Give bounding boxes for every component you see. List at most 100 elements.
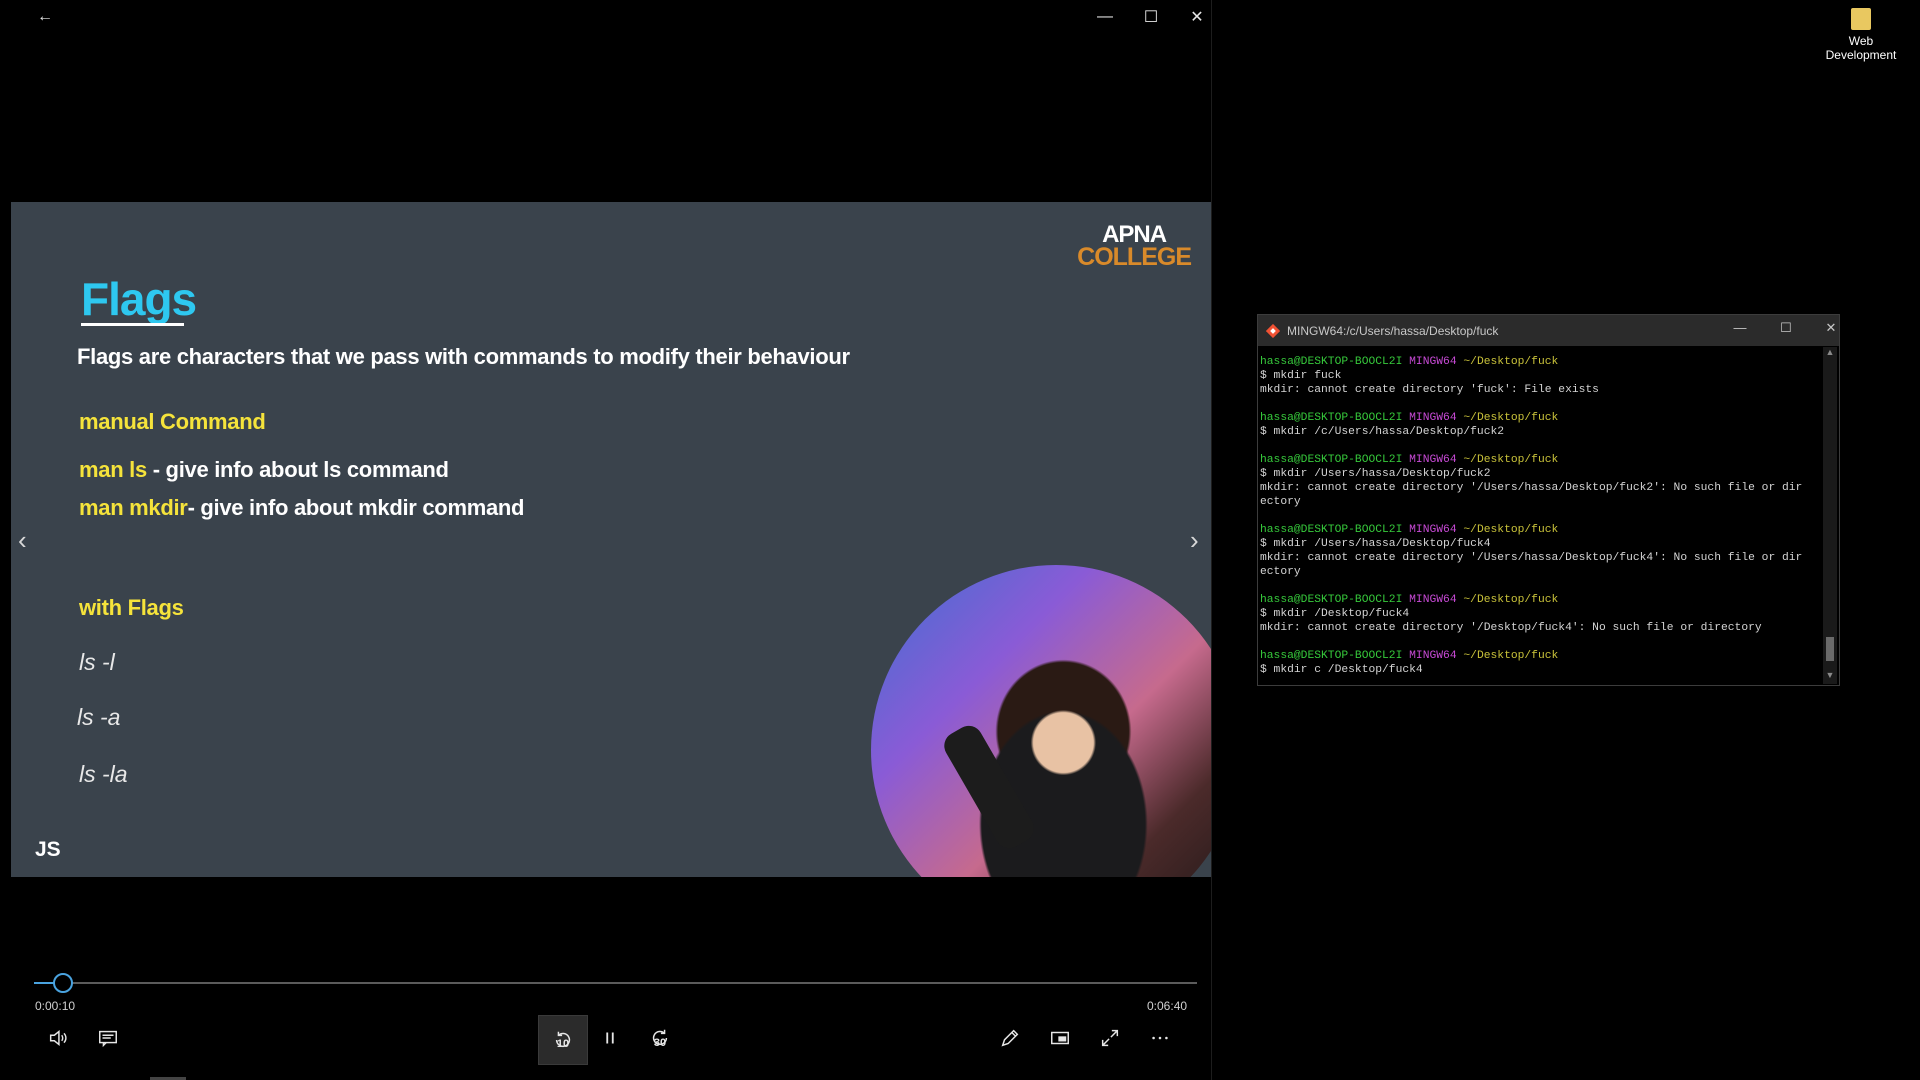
flags-heading: with Flags	[79, 595, 184, 620]
video-frame[interactable]: APNA COLLEGE Flags Flags are characters …	[11, 202, 1211, 877]
prompt-env: MINGW64	[1402, 524, 1457, 536]
ellipsis-icon	[1152, 1036, 1168, 1040]
slide-title: Flags	[81, 273, 197, 325]
expand-icon	[1101, 1029, 1119, 1047]
terminal-minimize-button[interactable]: —	[1720, 320, 1760, 342]
man-mkdir-description: - give info about mkdir command	[187, 495, 525, 520]
man-mkdir-command: man mkdir	[79, 495, 188, 520]
prompt-env: MINGW64	[1402, 650, 1457, 662]
terminal-output-line: ectory	[1260, 496, 1301, 508]
terminal-command: $ mkdir /Users/hassa/Desktop/fuck2	[1260, 468, 1491, 480]
prompt-path: ~/Desktop/fuck	[1456, 412, 1559, 424]
apna-college-logo: APNA COLLEGE	[1077, 223, 1192, 270]
prompt-path: ~/Desktop/fuck	[1456, 454, 1559, 466]
folder-label-line2: Development	[1825, 48, 1897, 62]
terminal-output-line: mkdir: cannot create directory 'fuck': F…	[1260, 384, 1599, 396]
captions-button[interactable]	[85, 1015, 131, 1061]
terminal-command: $ mkdir /c/Users/hassa/Desktop/fuck2	[1260, 426, 1505, 438]
pause-icon	[606, 1032, 614, 1044]
terminal-command: $ mkdir fuck	[1260, 370, 1342, 382]
folder-label: Web Development	[1818, 34, 1904, 62]
skip-back-seconds: 10	[556, 1038, 570, 1050]
js-label: JS	[35, 838, 61, 861]
video-player-window: ← — ☐ ✕ APNA COLLEGE Flags Flags are cha…	[10, 0, 1212, 1080]
terminal-window[interactable]: MINGW64:/c/Users/hassa/Desktop/fuck — ☐ …	[1257, 314, 1840, 686]
manual-heading: manual Command	[79, 409, 266, 434]
terminal-maximize-button[interactable]: ☐	[1766, 320, 1806, 342]
terminal-output[interactable]: hassa@DESKTOP-BOOCL2I MINGW64 ~/Desktop/…	[1260, 355, 1822, 683]
prompt-path: ~/Desktop/fuck	[1456, 356, 1559, 368]
prompt-env: MINGW64	[1402, 594, 1457, 606]
prompt-user: hassa@DESKTOP-BOOCL2I	[1260, 356, 1403, 368]
scrollbar-thumb[interactable]	[1826, 637, 1834, 661]
draw-button[interactable]	[987, 1015, 1033, 1061]
terminal-command: $ mkdir c /Desktop/fuck4	[1260, 664, 1423, 676]
skip-forward-seconds: 30	[653, 1037, 667, 1049]
terminal-prompt: hassa@DESKTOP-BOOCL2I MINGW64 ~/Desktop/…	[1260, 593, 1822, 607]
terminal-output-line: mkdir: cannot create directory '/Users/h…	[1260, 552, 1803, 564]
folder-icon	[1851, 8, 1871, 30]
seek-thumb[interactable]	[53, 973, 74, 993]
prompt-path: ~/Desktop/fuck	[1456, 594, 1559, 606]
total-time: 0:06:40	[1147, 999, 1188, 1013]
seek-bar[interactable]	[34, 973, 1197, 993]
terminal-prompt: hassa@DESKTOP-BOOCL2I MINGW64 ~/Desktop/…	[1260, 411, 1822, 425]
fullscreen-button[interactable]	[1087, 1015, 1133, 1061]
folder-label-line1: Web	[1848, 34, 1874, 48]
git-bash-icon	[1266, 324, 1280, 338]
minimize-button[interactable]: —	[1082, 0, 1128, 34]
title-underline	[81, 323, 184, 326]
presenter-webcam	[871, 565, 1211, 877]
close-button[interactable]: ✕	[1174, 0, 1220, 34]
flag-example: ls -a	[77, 704, 121, 730]
prompt-user: hassa@DESKTOP-BOOCL2I	[1260, 412, 1403, 424]
mini-view-icon	[1051, 1031, 1069, 1045]
terminal-scrollbar[interactable]: ▲ ▼	[1823, 347, 1837, 684]
prompt-user: hassa@DESKTOP-BOOCL2I	[1260, 454, 1403, 466]
terminal-title-bar[interactable]: MINGW64:/c/Users/hassa/Desktop/fuck — ☐ …	[1258, 315, 1839, 346]
maximize-button[interactable]: ☐	[1128, 0, 1174, 34]
man-ls-description: - give info about ls command	[146, 457, 449, 482]
slide-subtitle: Flags are characters that we pass with c…	[77, 344, 850, 369]
prompt-path: ~/Desktop/fuck	[1456, 650, 1559, 662]
terminal-output-line: ectory	[1260, 566, 1301, 578]
flag-example: ls -la	[79, 761, 128, 787]
mini-view-button[interactable]	[1037, 1015, 1083, 1061]
skip-back-button[interactable]: 10	[538, 1015, 588, 1065]
man-ls-command: man ls	[79, 457, 147, 482]
man-mkdir-line: man mkdir- give info about mkdir command	[79, 495, 524, 521]
prompt-env: MINGW64	[1402, 356, 1457, 368]
prompt-env: MINGW64	[1402, 412, 1457, 424]
terminal-prompt: hassa@DESKTOP-BOOCL2I MINGW64 ~/Desktop/…	[1260, 523, 1822, 537]
skip-forward-button[interactable]: 30	[637, 1015, 683, 1061]
prompt-user: hassa@DESKTOP-BOOCL2I	[1260, 524, 1403, 536]
volume-button[interactable]	[35, 1015, 81, 1061]
title-bar: ← — ☐ ✕	[10, 0, 1211, 34]
prompt-path: ~/Desktop/fuck	[1456, 524, 1559, 536]
terminal-prompt: hassa@DESKTOP-BOOCL2I MINGW64 ~/Desktop/…	[1260, 649, 1822, 663]
scroll-down-icon[interactable]: ▼	[1823, 670, 1837, 684]
terminal-prompt: hassa@DESKTOP-BOOCL2I MINGW64 ~/Desktop/…	[1260, 355, 1822, 369]
scroll-up-icon[interactable]: ▲	[1823, 347, 1837, 361]
man-ls-line: man ls - give info about ls command	[79, 457, 449, 483]
back-arrow-icon[interactable]: ←	[22, 0, 68, 34]
terminal-command: $ mkdir /Users/hassa/Desktop/fuck4	[1260, 538, 1491, 550]
desktop-folder-web-development[interactable]: Web Development	[1818, 8, 1904, 62]
next-arrow-icon[interactable]: ›	[1190, 525, 1199, 556]
pencil-icon	[1001, 1029, 1019, 1047]
terminal-prompt: hassa@DESKTOP-BOOCL2I MINGW64 ~/Desktop/…	[1260, 453, 1822, 467]
terminal-title: MINGW64:/c/Users/hassa/Desktop/fuck	[1287, 324, 1499, 338]
prompt-env: MINGW64	[1402, 454, 1457, 466]
terminal-output-line: mkdir: cannot create directory '/Desktop…	[1260, 622, 1762, 634]
current-time: 0:00:10	[35, 999, 76, 1013]
more-options-button[interactable]	[1137, 1015, 1183, 1061]
terminal-close-button[interactable]: ✕	[1811, 320, 1851, 342]
pause-button[interactable]	[587, 1015, 633, 1061]
prompt-user: hassa@DESKTOP-BOOCL2I	[1260, 650, 1403, 662]
previous-arrow-icon[interactable]: ‹	[18, 525, 27, 556]
